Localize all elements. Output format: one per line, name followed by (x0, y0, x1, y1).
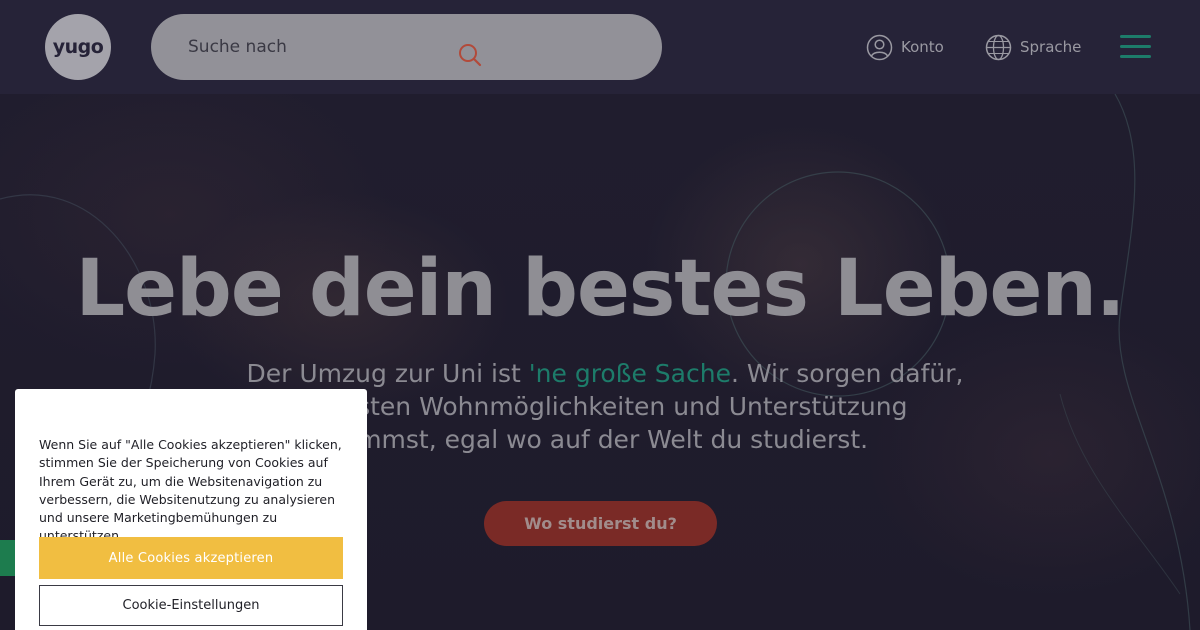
hero-subtitle-accent: 'ne große Sache (528, 359, 731, 388)
globe-icon (985, 34, 1012, 60)
cookie-settings-button[interactable]: Cookie-Einstellungen (39, 585, 343, 626)
cookie-consent-text: Wenn Sie auf "Alle Cookies akzeptieren" … (39, 437, 342, 544)
accept-all-cookies-label: Alle Cookies akzeptieren (108, 550, 274, 566)
hero-subtitle-part1: Der Umzug zur Uni ist (246, 359, 529, 388)
hamburger-menu-button[interactable] (1120, 35, 1151, 59)
cookie-settings-label: Cookie-Einstellungen (122, 598, 260, 613)
hamburger-menu-icon-bar-middle (1120, 45, 1151, 48)
search-button[interactable] (453, 38, 487, 72)
account-link[interactable]: Konto (866, 32, 944, 62)
hero-subtitle-part2: . Wir sorgen dafür, (730, 359, 964, 388)
accept-all-cookies-button[interactable]: Alle Cookies akzeptieren (39, 537, 343, 579)
hamburger-menu-icon-bar-top (1120, 35, 1151, 38)
search-icon (459, 44, 482, 67)
site-header: yugo Konto Sprache (0, 0, 1200, 94)
search-input[interactable] (151, 14, 591, 80)
hero-title: Lebe dein bestes Leben. (75, 244, 1125, 334)
language-label: Sprache (1020, 38, 1082, 56)
hero-subtitle-line2: e besten Wohnmöglichkeiten und Unterstüt… (302, 392, 908, 421)
where-do-you-study-button[interactable]: Wo studierst du? (484, 501, 717, 546)
side-feedback-tab[interactable] (0, 540, 16, 576)
account-label: Konto (901, 38, 944, 56)
cta-label: Wo studierst du? (524, 514, 677, 533)
hamburger-menu-icon-bar-bottom (1120, 55, 1151, 58)
language-selector[interactable]: Sprache (985, 32, 1081, 62)
search-bar (151, 14, 662, 80)
yugo-logo[interactable]: yugo (45, 14, 111, 80)
user-circle-icon (866, 34, 893, 60)
hero-subtitle-line3: ommst, egal wo auf der Welt du studierst… (341, 425, 869, 454)
logo-text: yugo (52, 36, 104, 58)
cookie-consent-banner: Wenn Sie auf "Alle Cookies akzeptieren" … (15, 389, 367, 630)
